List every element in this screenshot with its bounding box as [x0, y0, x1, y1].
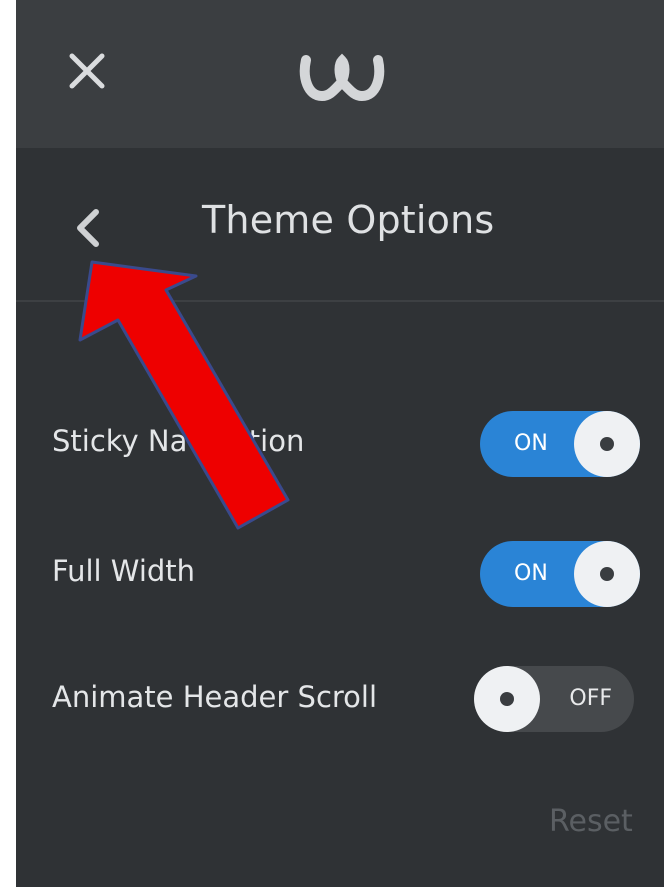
header-divider: [16, 300, 664, 302]
top-bar: [16, 0, 664, 148]
toggle-state-text: ON: [514, 431, 548, 456]
full-width-label: Full Width: [52, 554, 196, 588]
close-icon[interactable]: [64, 48, 110, 94]
sticky-navigation-toggle[interactable]: ON: [480, 411, 640, 477]
full-width-toggle[interactable]: ON: [480, 541, 640, 607]
toggle-state-text: ON: [514, 561, 548, 586]
toggle-state-text: OFF: [569, 686, 612, 711]
toggle-knob: [574, 411, 640, 477]
theme-options-panel: Theme Options Sticky Navigation ON Full …: [16, 0, 664, 887]
toggle-knob: [474, 666, 540, 732]
animate-header-scroll-label: Animate Header Scroll: [52, 680, 378, 714]
sticky-navigation-label: Sticky Navigation: [52, 424, 305, 458]
weebly-logo-icon: [299, 53, 385, 101]
toggle-knob: [574, 541, 640, 607]
reset-button[interactable]: Reset: [549, 804, 633, 839]
page-title: Theme Options: [202, 198, 495, 242]
chevron-left-icon[interactable]: [72, 206, 104, 250]
animate-header-scroll-toggle[interactable]: OFF: [474, 666, 634, 732]
